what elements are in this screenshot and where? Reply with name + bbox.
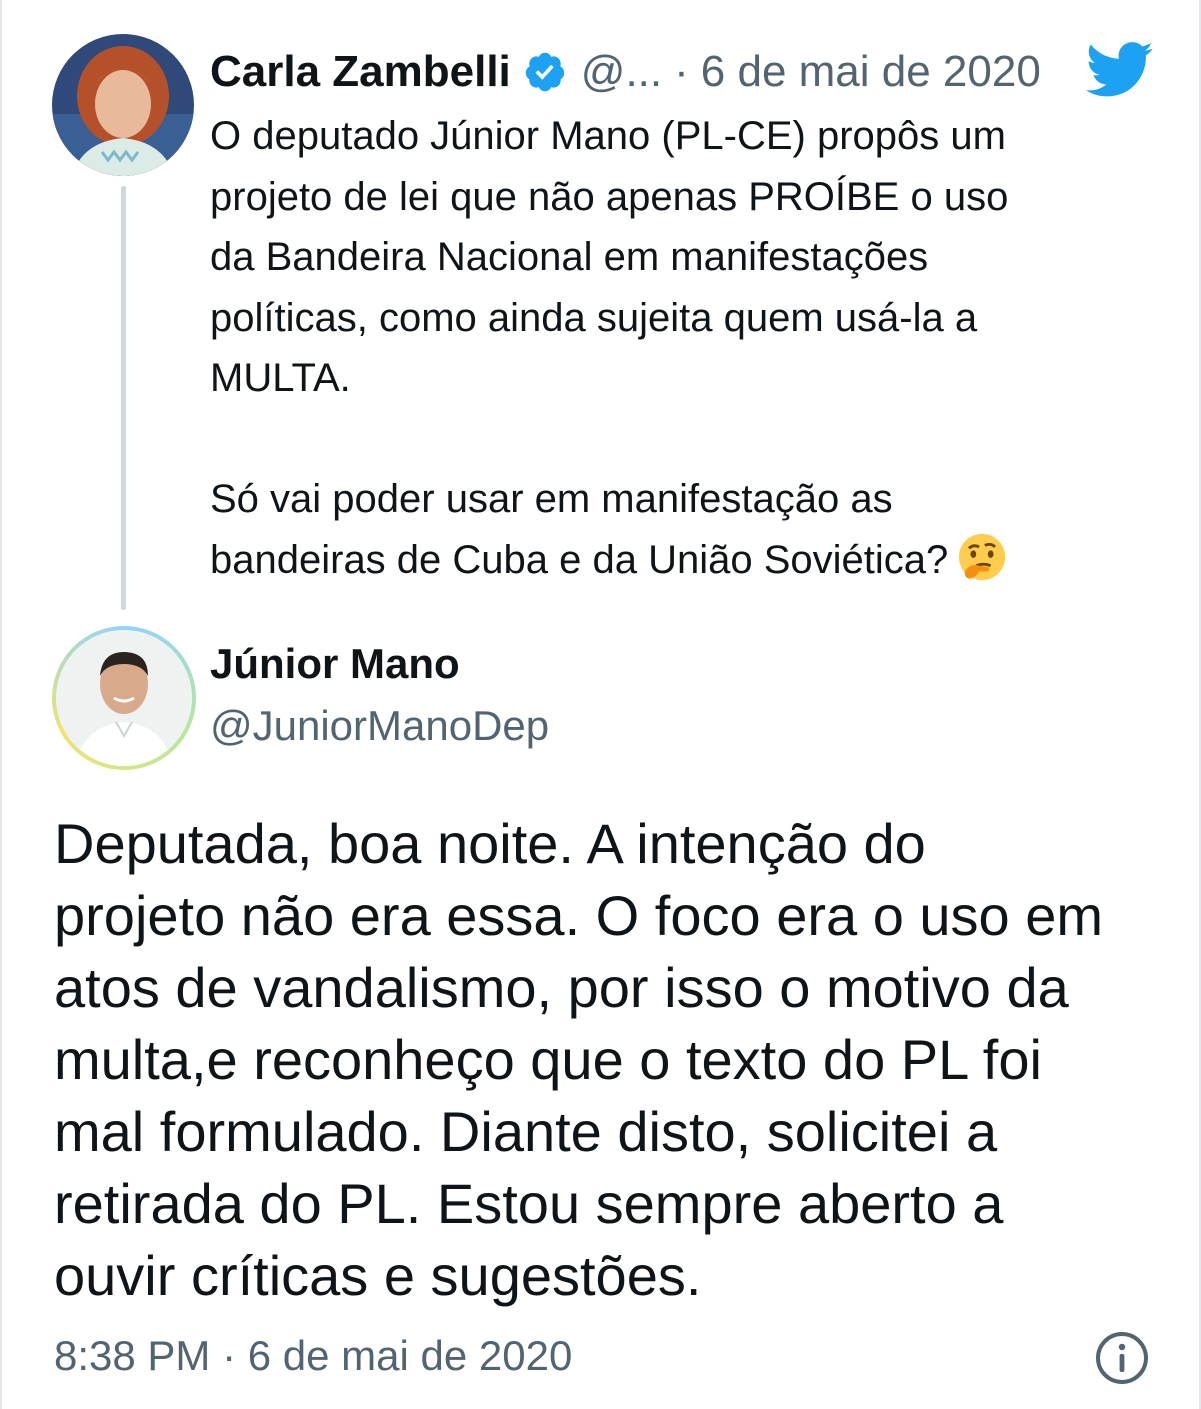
header-separator: · [674, 47, 689, 96]
reply-line: atos de vandalismo, por isso o motivo da [54, 956, 1069, 1019]
quoted-line-with-emoji: bandeiras de Cuba e da União Soviética? [210, 530, 1160, 591]
quoted-line: Só vai poder usar em manifestação as [210, 477, 893, 521]
quoted-tweet-date[interactable]: 6 de mai de 2020 [701, 47, 1041, 97]
reply-line: ouvir críticas e sugestões. [54, 1244, 702, 1307]
thinking-face-emoji [959, 533, 1006, 580]
verified-badge-icon [525, 52, 565, 92]
quoted-line: MULTA. [210, 356, 351, 400]
twitter-bird-icon[interactable] [1086, 40, 1154, 100]
quoted-line: bandeiras de Cuba e da União Soviética? [210, 537, 949, 582]
info-icon[interactable] [1094, 1330, 1150, 1386]
reply-line: retirada do PL. Estou sempre aberto a [54, 1172, 1004, 1235]
quoted-line: projeto de lei que não apenas PROÍBE o u… [210, 174, 1009, 219]
quoted-author-handle[interactable]: @... [581, 47, 662, 97]
reply-line: multa,e reconheço que o texto do PL foi [54, 1028, 1042, 1091]
thread-connector-line [121, 186, 126, 610]
quoted-tweet-text: O deputado Júnior Mano (PL-CE) propôs um… [210, 106, 1160, 590]
quoted-tweet-header: Carla Zambelli @... · 6 de mai de 2020 [210, 42, 1170, 102]
reply-author-name[interactable]: Júnior Mano [210, 640, 460, 688]
reply-author-handle[interactable]: @JuniorManoDep [210, 702, 549, 750]
carla-zambelli-avatar[interactable] [52, 34, 194, 176]
reply-line: mal formulado. Diante disto, solicitei a [54, 1100, 998, 1163]
quoted-author-name[interactable]: Carla Zambelli [210, 47, 511, 97]
reply-tweet-text: Deputada, boa noite. A intenção do proje… [54, 808, 1164, 1312]
quoted-line: O deputado Júnior Mano (PL-CE) propôs um [210, 114, 1006, 158]
reply-timestamp[interactable]: 8:38 PM · 6 de mai de 2020 [54, 1332, 572, 1380]
reply-line: Deputada, boa noite. A intenção do [54, 812, 926, 875]
junior-mano-avatar[interactable] [52, 626, 196, 770]
tweet-card: Carla Zambelli @... · 6 de mai de 2020 O… [0, 0, 1201, 1409]
quoted-line: da Bandeira Nacional em manifestações [210, 235, 929, 279]
quoted-line: políticas, como ainda sujeita quem usá-l… [210, 295, 978, 340]
reply-line: projeto não era essa. O foco era o uso e… [54, 884, 1104, 947]
